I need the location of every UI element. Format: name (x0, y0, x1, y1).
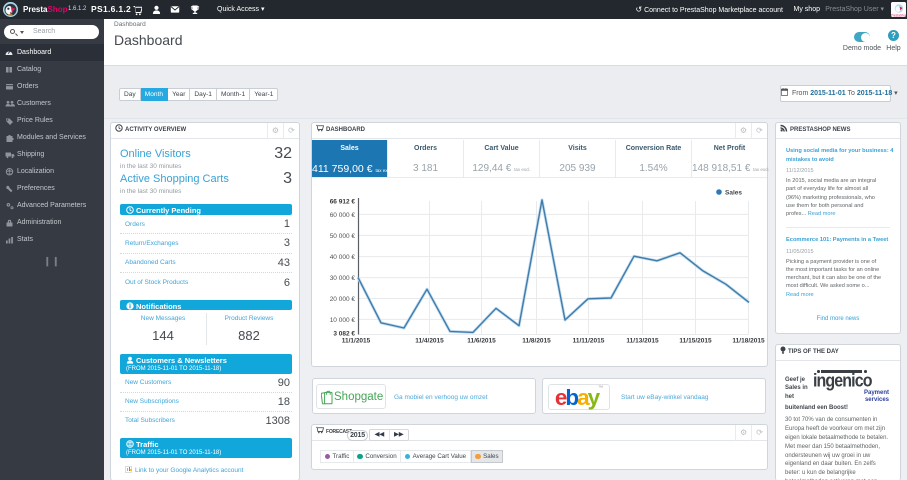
svg-text:30 000 €: 30 000 € (330, 275, 356, 282)
svg-text:Sales: Sales (725, 190, 742, 197)
svg-text:11/8/2015: 11/8/2015 (522, 338, 551, 345)
svg-text:11/11/2015: 11/11/2015 (573, 338, 605, 345)
svg-text:11/18/2015: 11/18/2015 (732, 338, 765, 345)
svg-text:PrestaShop: PrestaShop (891, 14, 906, 17)
svg-text:11/6/2015: 11/6/2015 (467, 338, 496, 345)
svg-text:11/15/2015: 11/15/2015 (679, 338, 712, 345)
svg-text:11/4/2015: 11/4/2015 (415, 338, 444, 345)
svg-text:50 000 €: 50 000 € (330, 233, 356, 240)
svg-text:10 000 €: 10 000 € (330, 317, 356, 324)
svg-text:20 000 €: 20 000 € (330, 296, 356, 303)
svg-text:66 912 €: 66 912 € (330, 199, 356, 206)
svg-text:11/13/2015: 11/13/2015 (626, 338, 659, 345)
svg-text:40 000 €: 40 000 € (330, 254, 356, 261)
svg-text:60 000 €: 60 000 € (330, 212, 356, 219)
svg-text:11/1/2015: 11/1/2015 (342, 338, 371, 345)
